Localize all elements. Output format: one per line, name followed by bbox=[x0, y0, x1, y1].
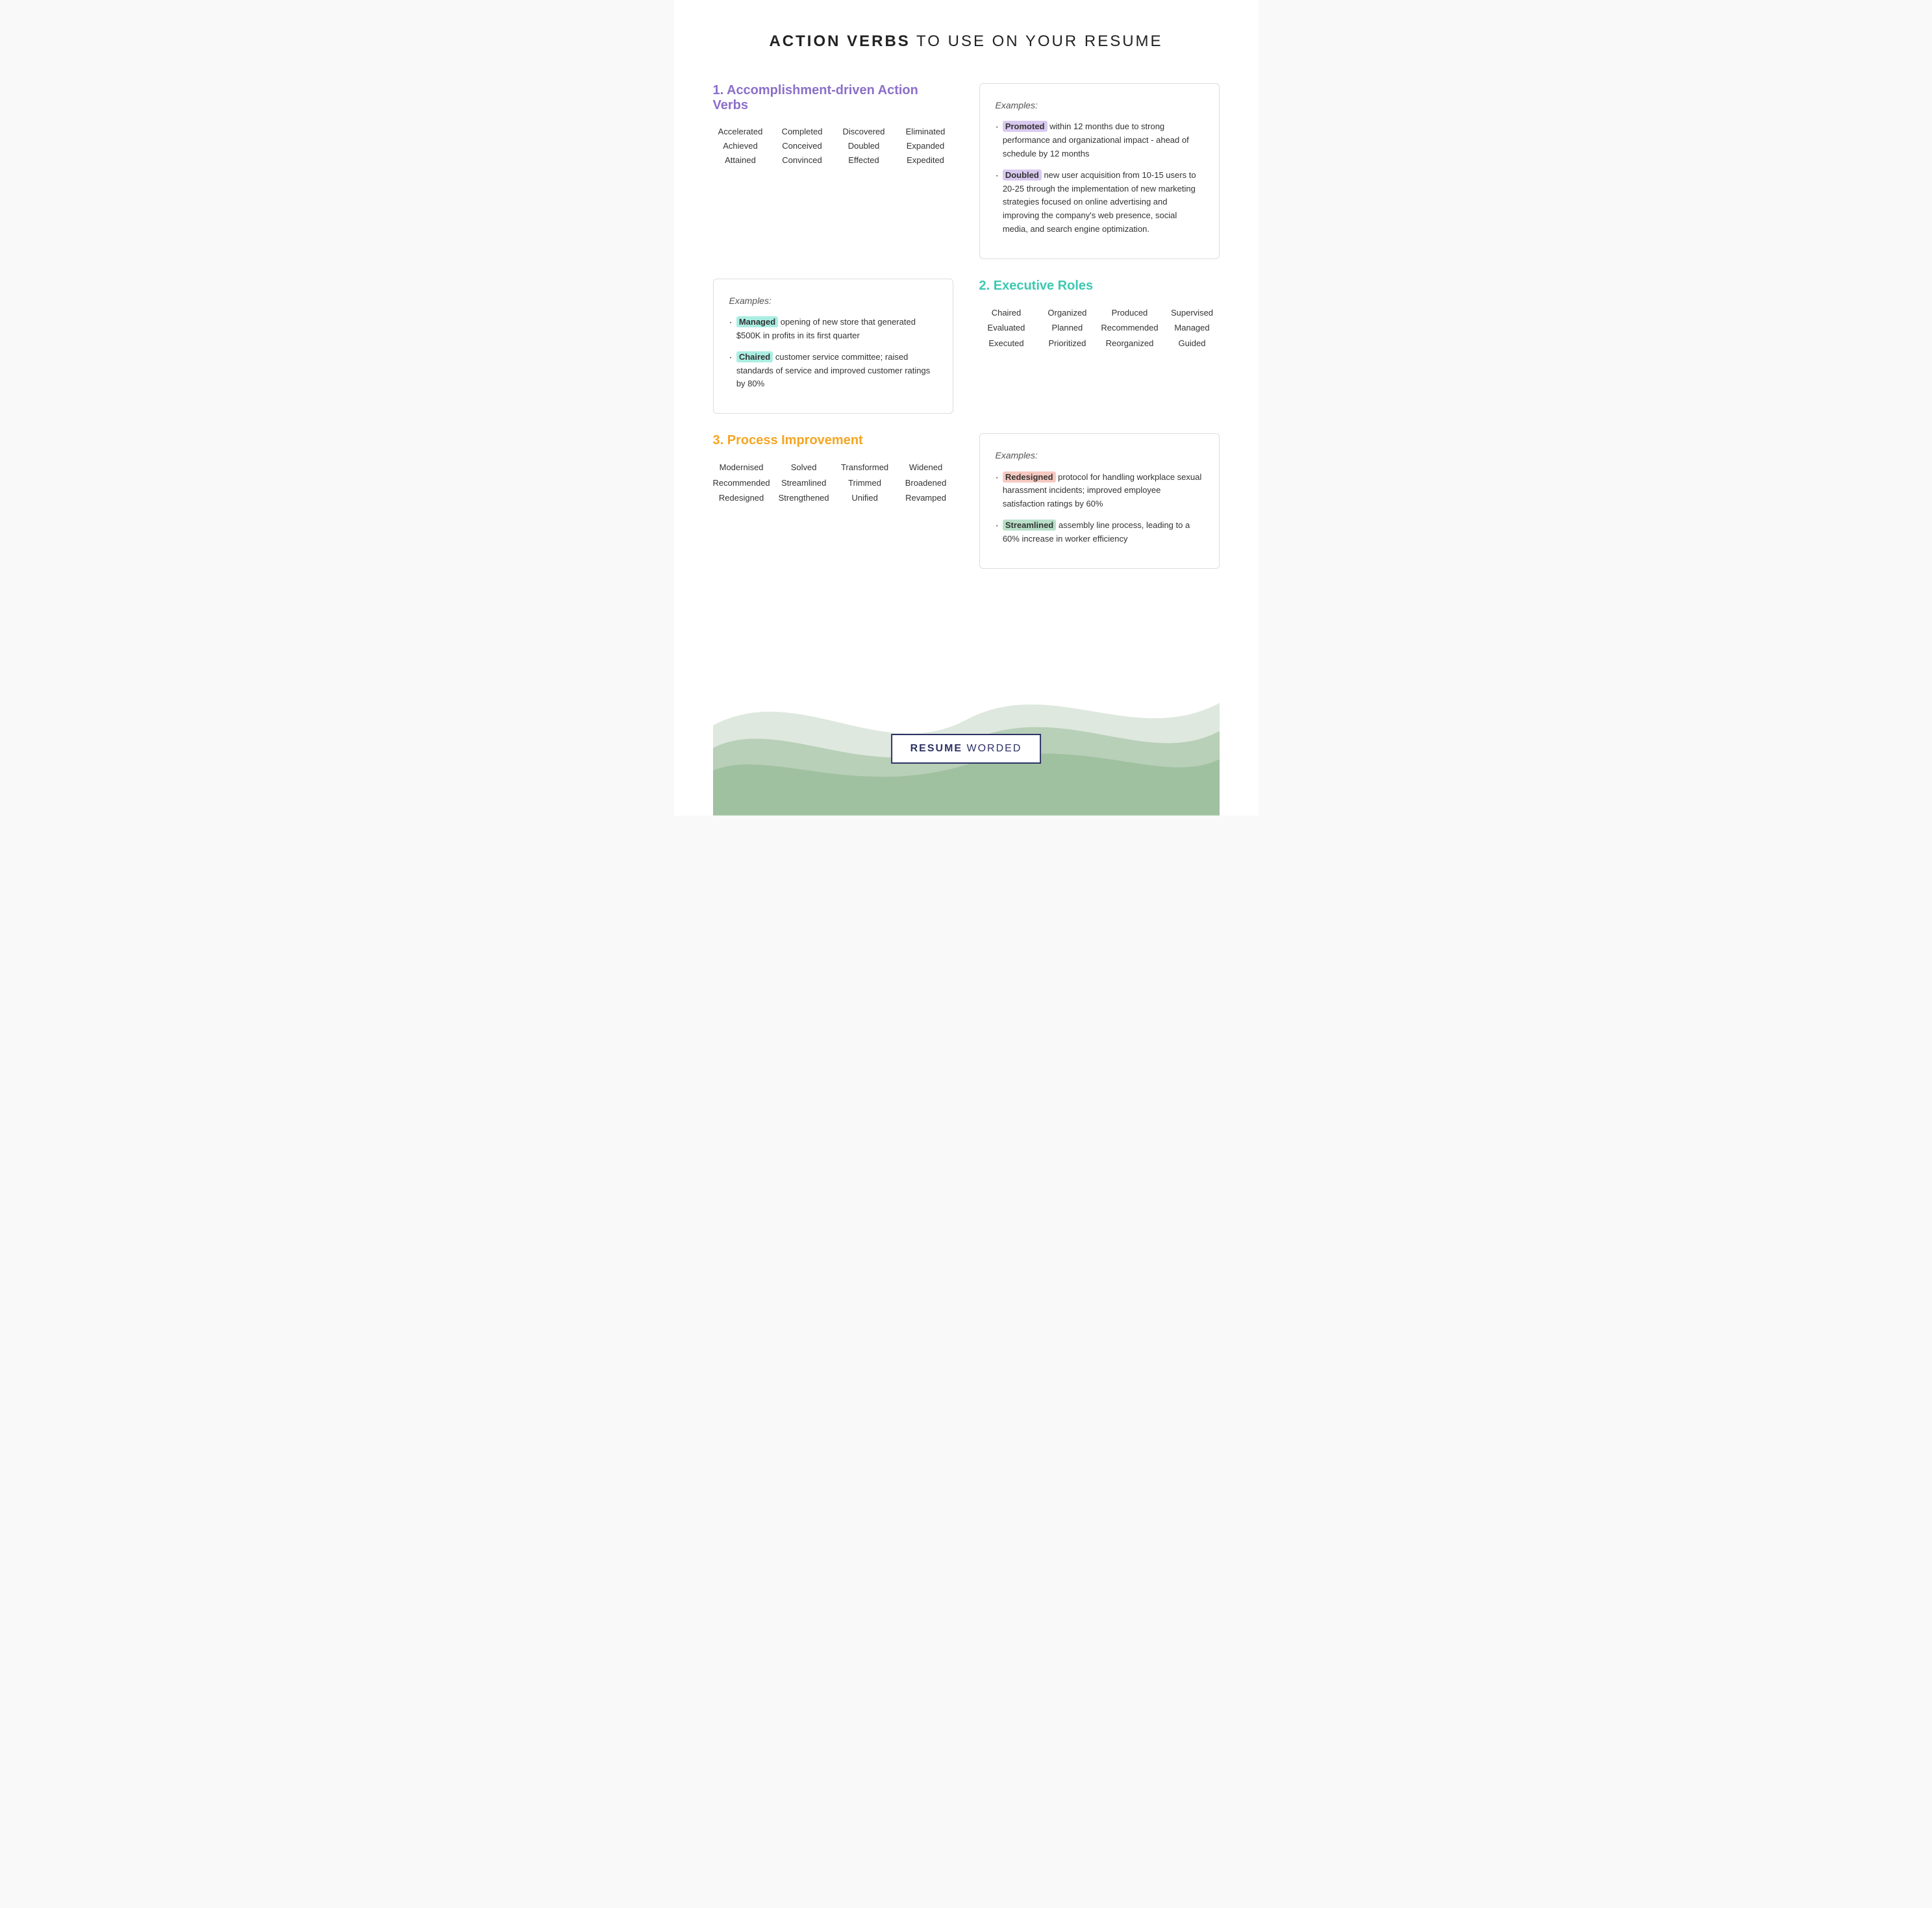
exec-col-3: Produced Recommended Reorganized bbox=[1101, 305, 1158, 351]
highlight-streamlined: Streamlined bbox=[1003, 520, 1056, 531]
wordlist-col-3: Discovered Doubled Effected bbox=[836, 125, 892, 168]
example-label-3: Examples: bbox=[996, 448, 1203, 462]
example-item-2b: Chaired customer service committee; rais… bbox=[729, 351, 937, 391]
section3-wordlist: Modernised Recommended Redesigned Solved… bbox=[713, 460, 953, 505]
example-box-3: Examples: Redesigned protocol for handli… bbox=[979, 433, 1220, 568]
section3-title: 3. Process Improvement bbox=[713, 433, 953, 448]
section2-title: 2. Executive Roles bbox=[979, 279, 1220, 294]
wave-background: RESUME WORDED bbox=[713, 595, 1220, 816]
page-container: ACTION VERBS TO USE ON YOUR RESUME 1. Ac… bbox=[674, 0, 1259, 816]
example-label-2: Examples: bbox=[729, 294, 937, 308]
process-col-1: Modernised Recommended Redesigned bbox=[713, 460, 770, 505]
section2-wordlist: Chaired Evaluated Executed Organized Pla… bbox=[979, 305, 1220, 351]
wordlist-col-4: Eliminated Expanded Expedited bbox=[898, 125, 953, 168]
exec-col-4: Supervised Managed Guided bbox=[1165, 305, 1220, 351]
highlight-promoted: Promoted bbox=[1003, 121, 1048, 132]
page-title: ACTION VERBS TO USE ON YOUR RESUME bbox=[713, 32, 1220, 51]
section1-example-box: Examples: Promoted within 12 months due … bbox=[979, 83, 1220, 259]
section1-wordlist: Accelerated Achieved Attained Completed … bbox=[713, 125, 953, 168]
section3-example-box: Examples: Redesigned protocol for handli… bbox=[979, 433, 1220, 568]
example-item-3a: Redesigned protocol for handling workpla… bbox=[996, 471, 1203, 511]
exec-col-2: Organized Planned Prioritized bbox=[1040, 305, 1094, 351]
example-item-1b: Doubled new user acquisition from 10-15 … bbox=[996, 169, 1203, 236]
example-item-1a: Promoted within 12 months due to strong … bbox=[996, 120, 1203, 160]
exec-col-1: Chaired Evaluated Executed bbox=[979, 305, 1034, 351]
example-label-1: Examples: bbox=[996, 98, 1203, 112]
section-executive: 2. Executive Roles Chaired Evaluated Exe… bbox=[979, 279, 1220, 414]
section-process: 3. Process Improvement Modernised Recomm… bbox=[713, 433, 953, 568]
process-col-3: Transformed Trimmed Unified bbox=[838, 460, 892, 505]
example-item-2a: Managed opening of new store that genera… bbox=[729, 316, 937, 343]
highlight-chaired: Chaired bbox=[736, 351, 773, 362]
example-box-1: Examples: Promoted within 12 months due … bbox=[979, 83, 1220, 259]
process-col-4: Widened Broadened Revamped bbox=[899, 460, 953, 505]
section2-example-box: Examples: Managed opening of new store t… bbox=[713, 279, 953, 414]
highlight-managed: Managed bbox=[736, 316, 778, 327]
example-item-3b: Streamlined assembly line process, leadi… bbox=[996, 519, 1203, 546]
wave-svg bbox=[713, 624, 1220, 816]
process-col-2: Solved Streamlined Strengthened bbox=[777, 460, 831, 505]
wordlist-col-1: Accelerated Achieved Attained bbox=[713, 125, 768, 168]
example-box-2: Examples: Managed opening of new store t… bbox=[713, 279, 953, 414]
highlight-doubled: Doubled bbox=[1003, 169, 1042, 181]
section1-title: 1. Accomplishment-driven Action Verbs bbox=[713, 83, 953, 113]
section-accomplishment: 1. Accomplishment-driven Action Verbs Ac… bbox=[713, 83, 953, 259]
footer-logo: RESUME WORDED bbox=[891, 734, 1042, 764]
main-grid: 1. Accomplishment-driven Action Verbs Ac… bbox=[713, 83, 1220, 569]
wordlist-col-2: Completed Conceived Convinced bbox=[775, 125, 830, 168]
highlight-redesigned: Redesigned bbox=[1003, 471, 1056, 483]
